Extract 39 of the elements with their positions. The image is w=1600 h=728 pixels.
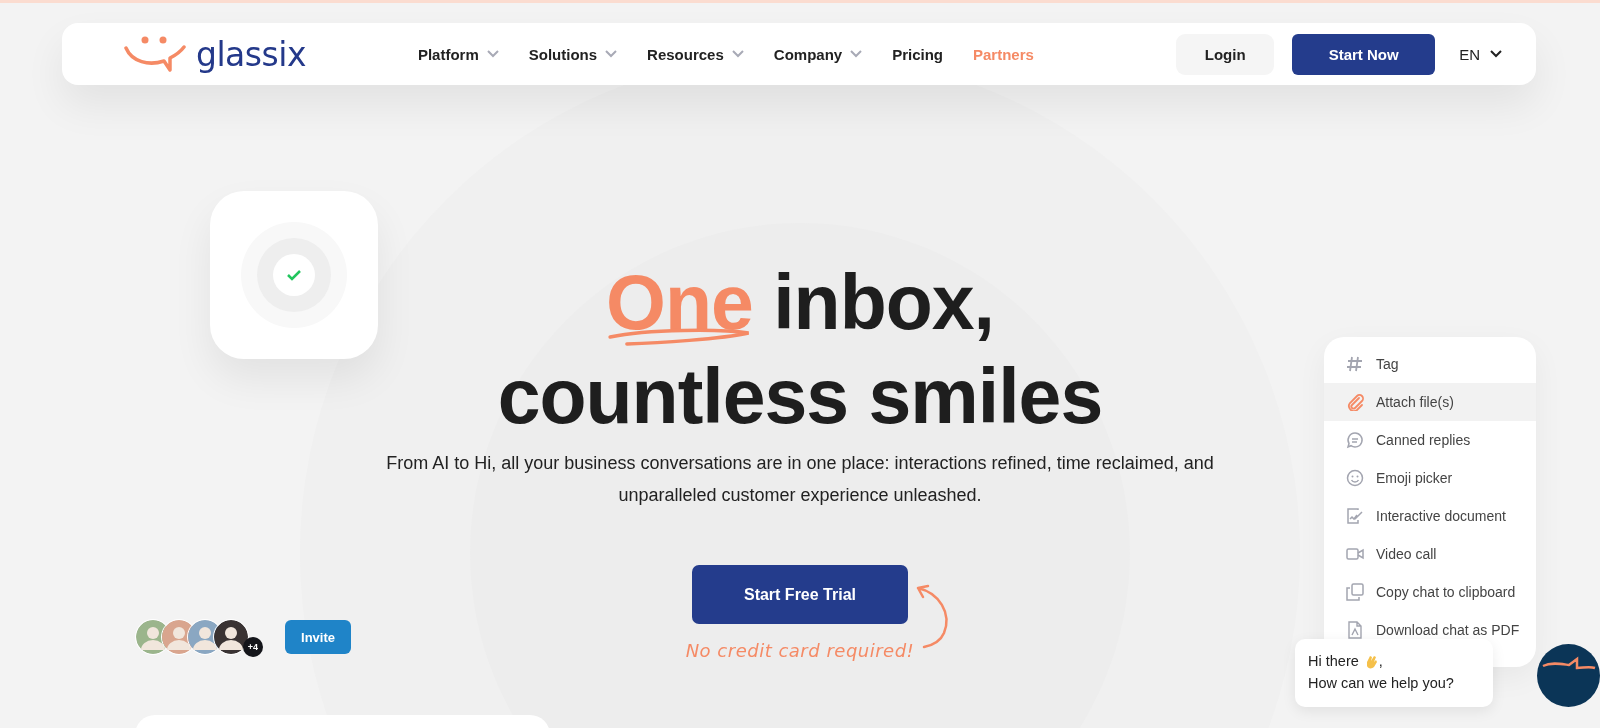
start-free-trial-button[interactable]: Start Free Trial	[692, 565, 908, 624]
nav-link[interactable]: Platform	[417, 45, 499, 63]
start-now-button[interactable]: Start Now	[1292, 33, 1436, 75]
menu-item[interactable]: Copy chat to clipboard	[1324, 573, 1536, 611]
copy-icon	[1346, 583, 1364, 601]
smiley-icon	[1346, 469, 1364, 487]
check-icon	[241, 222, 347, 328]
greeting-text: Hi there	[1308, 652, 1359, 671]
menu-item[interactable]: Interactive document	[1324, 497, 1536, 535]
menu-item[interactable]: Download chat as PDF	[1324, 611, 1536, 649]
chat-question: How can we help you?	[1308, 674, 1455, 693]
signed-document-icon	[1346, 507, 1364, 525]
language-selector[interactable]: EN	[1453, 44, 1508, 64]
menu-item[interactable]: Canned replies	[1324, 421, 1536, 459]
chat-launcher-icon[interactable]	[1537, 644, 1600, 707]
more-members-badge: +4	[243, 637, 263, 657]
no-credit-card-note: No credit card required!	[685, 640, 915, 661]
pdf-file-icon	[1346, 621, 1364, 639]
hero-title: One inbox, countless smiles	[497, 258, 1103, 441]
paperclip-icon	[1346, 393, 1364, 411]
avatar	[213, 619, 249, 655]
nav-link[interactable]: Pricing	[892, 45, 943, 63]
logo-text[interactable]: glassix	[196, 34, 306, 74]
hero-subtitle: From AI to Hi, all your business conversations are in one place: interactions refined, time reclaimed, and unparalleled customer experience unleashed.	[385, 452, 1215, 507]
menu-item[interactable]: Tag	[1324, 345, 1536, 383]
nav-link[interactable]: Company	[773, 45, 863, 63]
video-camera-icon	[1346, 545, 1364, 563]
hash-icon	[1346, 355, 1364, 373]
menu-item[interactable]: Attach file(s)	[1324, 383, 1536, 421]
smiley-chat-icon	[124, 36, 186, 72]
chevron-down-icon	[1490, 50, 1502, 58]
invite-button[interactable]: Invite	[285, 620, 351, 654]
menu-item[interactable]: Emoji picker	[1324, 459, 1536, 497]
nav-link[interactable]: Resources	[647, 45, 744, 63]
login-button[interactable]: Login	[1176, 33, 1275, 75]
menu-item[interactable]: Video call	[1324, 535, 1536, 573]
greeting-punctuation: ,	[1378, 652, 1383, 671]
chat-bubble-icon	[1346, 431, 1364, 449]
nav-link[interactable]: Solutions	[528, 45, 618, 63]
